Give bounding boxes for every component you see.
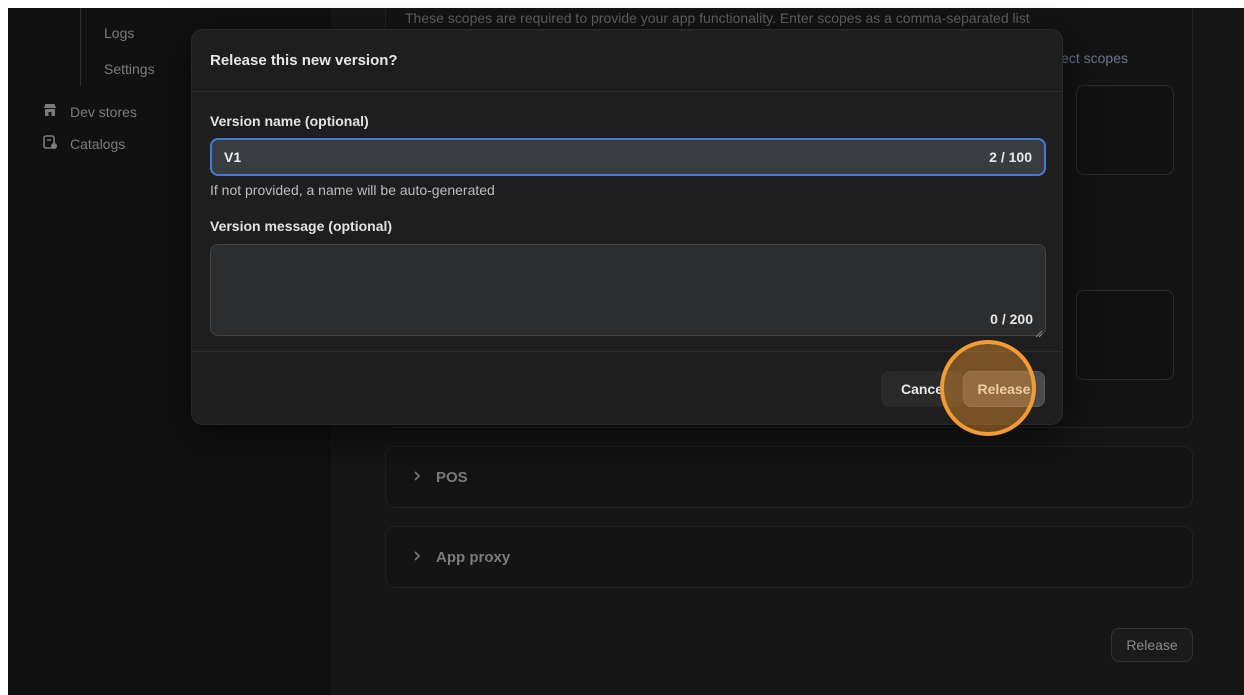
sidebar-item-logs[interactable]: Logs (104, 25, 134, 41)
version-name-hint: If not provided, a name will be auto-gen… (210, 182, 495, 198)
sidebar-item-catalogs[interactable]: Catalogs (42, 134, 125, 153)
section-pos[interactable]: POS (385, 446, 1193, 508)
sidebar-item-settings[interactable]: Settings (104, 61, 155, 77)
release-button[interactable]: Release (963, 371, 1045, 407)
version-message-field[interactable]: 0 / 200 (210, 244, 1046, 338)
version-message-counter: 0 / 200 (990, 311, 1033, 327)
version-name-counter: 2 / 100 (989, 149, 1032, 165)
chevron-right-icon (412, 469, 422, 486)
resize-grip-icon[interactable] (1035, 325, 1043, 338)
dialog-footer: Cance Release (192, 352, 1062, 426)
catalog-icon (42, 134, 58, 153)
scopes-textarea[interactable] (1076, 85, 1174, 175)
sidebar-sub-divider (80, 8, 81, 86)
version-name-field[interactable]: V1 2 / 100 (210, 138, 1046, 176)
store-icon (42, 102, 58, 121)
scopes-description: These scopes are required to provide you… (405, 10, 1030, 26)
dialog-header: Release this new version? (192, 30, 1062, 92)
version-name-label: Version name (optional) (210, 113, 369, 129)
section-label: POS (436, 468, 468, 486)
sidebar-item-label: Dev stores (70, 103, 137, 120)
dialog-title: Release this new version? (210, 52, 398, 69)
section-app-proxy[interactable]: App proxy (385, 526, 1193, 588)
cancel-button[interactable]: Cance (881, 371, 963, 407)
section-label: App proxy (436, 548, 511, 566)
sidebar-item-dev-stores[interactable]: Dev stores (42, 102, 137, 121)
page-release-button[interactable]: Release (1111, 628, 1193, 662)
version-name-value: V1 (224, 149, 242, 165)
version-message-label: Version message (optional) (210, 218, 393, 234)
optional-scopes-textarea[interactable] (1076, 290, 1174, 380)
release-dialog: Release this new version? Version name (… (191, 29, 1063, 425)
sidebar-item-label: Catalogs (70, 135, 126, 152)
chevron-right-icon (412, 549, 422, 566)
dialog-body: Version name (optional) V1 2 / 100 If no… (192, 92, 1062, 352)
